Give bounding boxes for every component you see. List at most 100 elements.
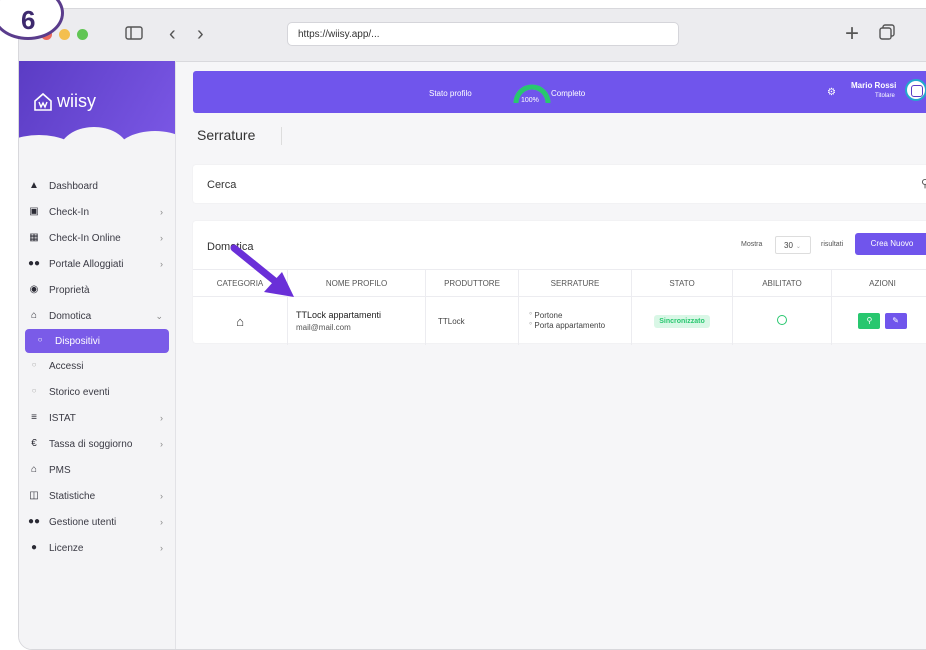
create-new-button[interactable]: Crea Nuovo: [855, 233, 926, 255]
chevron-right-icon: ›: [160, 259, 163, 269]
sidebar-item-label: Tassa di soggiorno: [49, 439, 132, 450]
chevron-down-icon: ⌄: [155, 311, 163, 322]
edit-button[interactable]: ✎: [885, 313, 907, 329]
lock-item: ° Portone: [529, 311, 630, 321]
chevron-right-icon: ›: [160, 517, 163, 527]
sidebar-item-dispositivi[interactable]: ○Dispositivi: [25, 329, 169, 353]
devices-table-card: Domotica Mostra 30⌄ risultati Crea Nuovo…: [193, 221, 926, 343]
enabled-check-icon: [777, 315, 787, 325]
sidebar-item-pms[interactable]: ⌂ PMS: [19, 457, 175, 483]
chevron-right-icon: ›: [160, 543, 163, 553]
circle-icon: ○: [27, 360, 41, 372]
browser-toolbar: ‹ › https://wiisy.app/... +: [19, 9, 926, 62]
zoom-window-icon[interactable]: [77, 29, 88, 40]
sidebar-item-licenze[interactable]: ● Licenze ›: [19, 535, 175, 561]
new-tab-icon[interactable]: +: [845, 21, 859, 47]
view-search-button[interactable]: ⚲: [858, 313, 880, 329]
show-label: Mostra: [741, 241, 762, 248]
forward-icon[interactable]: ›: [197, 21, 204, 47]
bar-chart-icon: ≡: [27, 412, 41, 424]
sidebar-item-label: Check-In Online: [49, 233, 121, 244]
table-icon: ◫: [27, 490, 41, 502]
page-title: Serrature: [197, 127, 255, 143]
lock-item: ° Porta appartamento: [529, 321, 630, 331]
sidebar-item-label: Dashboard: [49, 181, 98, 192]
page-size-value: 30: [784, 241, 793, 250]
profile-gauge-percent: 100%: [521, 97, 539, 104]
sidebar: wiisy ▲Dashboard ▣Check-In› ▦Check-In On…: [19, 61, 176, 649]
main-content: Stato profilo 100% Completo ⚙ Mario Ross…: [191, 61, 926, 649]
logo-text: wiisy: [57, 91, 96, 112]
sidebar-item-statistiche[interactable]: ◫ Statistiche ›: [19, 483, 175, 509]
sidebar-item-label: Licenze: [49, 543, 83, 554]
manufacturer: TTLock: [426, 297, 519, 346]
sidebar-item-check-in[interactable]: ▣ Check-In ›: [19, 199, 175, 225]
chevron-right-icon: ›: [160, 491, 163, 501]
sidebar-item-accessi[interactable]: ○ Accessi: [19, 353, 175, 379]
user-key-icon: ●: [27, 542, 41, 554]
address-bar[interactable]: https://wiisy.app/...: [287, 22, 679, 46]
house-icon: ⌂: [27, 464, 41, 476]
profile-status-banner: Stato profilo 100% Completo ⚙ Mario Ross…: [193, 71, 926, 113]
search-input[interactable]: Cerca: [207, 179, 236, 191]
column-header[interactable]: STATO: [632, 270, 733, 297]
profile-name[interactable]: TTLock appartamenti: [296, 310, 424, 320]
tabs-overview-icon[interactable]: [879, 21, 895, 47]
sidebar-item-dashboard[interactable]: ▲Dashboard: [19, 173, 175, 199]
results-label: risultati: [821, 241, 843, 248]
column-header[interactable]: AZIONI: [832, 270, 926, 297]
column-header[interactable]: PRODUTTORE: [426, 270, 519, 297]
table-header-row: CATEGORIA NOME PROFILO PRODUTTORE SERRAT…: [193, 270, 926, 297]
user-name: Mario Rossi: [851, 81, 896, 90]
chevron-right-icon: ›: [160, 233, 163, 243]
sidebar-toggle-icon[interactable]: [125, 21, 143, 47]
sidebar-item-label: Check-In: [49, 207, 89, 218]
lock-name: Portone: [534, 311, 562, 320]
minimize-window-icon[interactable]: [59, 29, 70, 40]
user-avatar[interactable]: [905, 79, 926, 101]
smart-home-icon: ⌂: [193, 297, 288, 346]
browser-window: ‹ › https://wiisy.app/... + wiisy ▲Dashb…: [18, 8, 926, 650]
users-icon: ●●: [27, 258, 41, 270]
euro-icon: €: [27, 438, 41, 450]
sidebar-item-label: Statistiche: [49, 491, 95, 502]
sidebar-item-label: Proprietà: [49, 285, 90, 296]
back-icon[interactable]: ‹: [169, 21, 176, 47]
column-header[interactable]: NOME PROFILO: [288, 270, 426, 297]
users-icon: ●●: [27, 516, 41, 528]
search-card: Cerca ⚲: [193, 165, 926, 203]
lock-name: Porta appartamento: [534, 321, 605, 330]
title-divider: [281, 127, 282, 145]
sidebar-item-label: ISTAT: [49, 413, 76, 424]
clipboard-icon: ▣: [27, 206, 41, 218]
step-number: 6: [21, 5, 35, 36]
sidebar-item-label: Dispositivi: [55, 336, 100, 347]
sidebar-item-label: PMS: [49, 465, 71, 476]
sidebar-item-storico-eventi[interactable]: ○Storico eventi: [19, 379, 175, 405]
sidebar-item-label: Gestione utenti: [49, 517, 116, 528]
chevron-right-icon: ›: [160, 207, 163, 217]
column-header[interactable]: ABILITATO: [733, 270, 832, 297]
sidebar-item-check-in-online[interactable]: ▦Check-In Online›: [19, 225, 175, 251]
pointer-arrow-icon: [220, 242, 300, 302]
sidebar-item-label: Storico eventi: [49, 387, 110, 398]
chevron-down-icon: ⌄: [796, 244, 801, 250]
search-icon[interactable]: ⚲: [921, 177, 926, 190]
sidebar-item-gestione-utenti[interactable]: ●● Gestione utenti ›: [19, 509, 175, 535]
profile-email: mail@mail.com: [296, 323, 424, 332]
sidebar-item-label: Accessi: [49, 361, 83, 372]
page-size-select[interactable]: 30⌄: [775, 236, 811, 254]
settings-gears-icon[interactable]: ⚙: [827, 87, 836, 98]
sidebar-item-portale-alloggiati[interactable]: ●●Portale Alloggiati›: [19, 251, 175, 277]
sidebar-item-proprieta[interactable]: ◉ Proprietà: [19, 277, 175, 303]
sidebar-item-tassa-di-soggiorno[interactable]: €Tassa di soggiorno›: [19, 431, 175, 457]
column-header[interactable]: SERRATURE: [519, 270, 632, 297]
sidebar-item-istat[interactable]: ≡ISTAT›: [19, 405, 175, 431]
map-pin-icon: ◉: [27, 284, 41, 296]
wiisy-logo[interactable]: wiisy: [33, 91, 96, 112]
devices-table: CATEGORIA NOME PROFILO PRODUTTORE SERRAT…: [193, 269, 926, 345]
table-row[interactable]: ⌂ TTLock appartamenti mail@mail.com TTLo…: [193, 297, 926, 346]
status-badge: Sincronizzato: [654, 315, 710, 328]
sidebar-item-domotica[interactable]: ⌂Domotica⌄: [19, 303, 175, 329]
smart-home-icon: ⌂: [27, 310, 41, 322]
